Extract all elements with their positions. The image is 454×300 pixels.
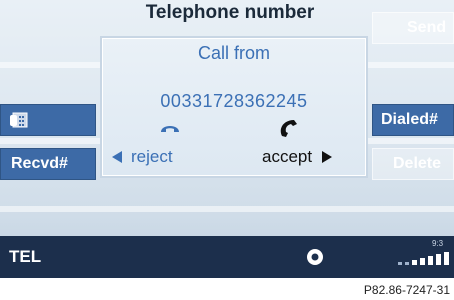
incoming-call-dialog: Call from 00331728362245 reject accept <box>100 36 368 178</box>
navigation-knob-icon <box>307 249 323 265</box>
signal-strength-icon <box>398 252 449 265</box>
background-stripe <box>0 206 454 212</box>
pick-up-icon <box>280 120 297 137</box>
caller-number: 00331728362245 <box>160 91 308 111</box>
accept-button[interactable]: accept <box>262 147 333 167</box>
received-calls-button[interactable]: Recvd# <box>0 148 96 180</box>
dialed-calls-button[interactable]: Dialed# <box>372 104 454 136</box>
delete-label: Delete <box>393 155 442 172</box>
clock: 9:3 <box>432 239 444 248</box>
call-from-title: Call from <box>197 43 270 63</box>
accept-label: accept <box>262 147 313 166</box>
mode-label: TEL <box>9 247 42 266</box>
phonebook-icon <box>10 112 28 128</box>
reject-button[interactable]: reject <box>112 147 173 167</box>
send-button[interactable]: Send <box>372 12 454 44</box>
telephone-screen: Telephone number Recvd# Send Dialed# Del… <box>0 0 454 278</box>
received-calls-label: Recvd# <box>11 155 68 172</box>
reject-label: reject <box>131 147 173 166</box>
hang-up-icon <box>161 126 179 132</box>
figure-caption: P82.86-7247-31 <box>363 283 450 297</box>
phonebook-button[interactable] <box>0 104 96 136</box>
send-label: Send <box>407 19 447 36</box>
arrow-right-icon <box>322 151 333 163</box>
dialed-calls-label: Dialed# <box>381 111 438 128</box>
delete-button[interactable]: Delete <box>372 148 454 180</box>
status-bar: TEL 9:3 <box>0 236 454 278</box>
page-title: Telephone number <box>145 2 315 23</box>
arrow-left-icon <box>112 151 122 163</box>
